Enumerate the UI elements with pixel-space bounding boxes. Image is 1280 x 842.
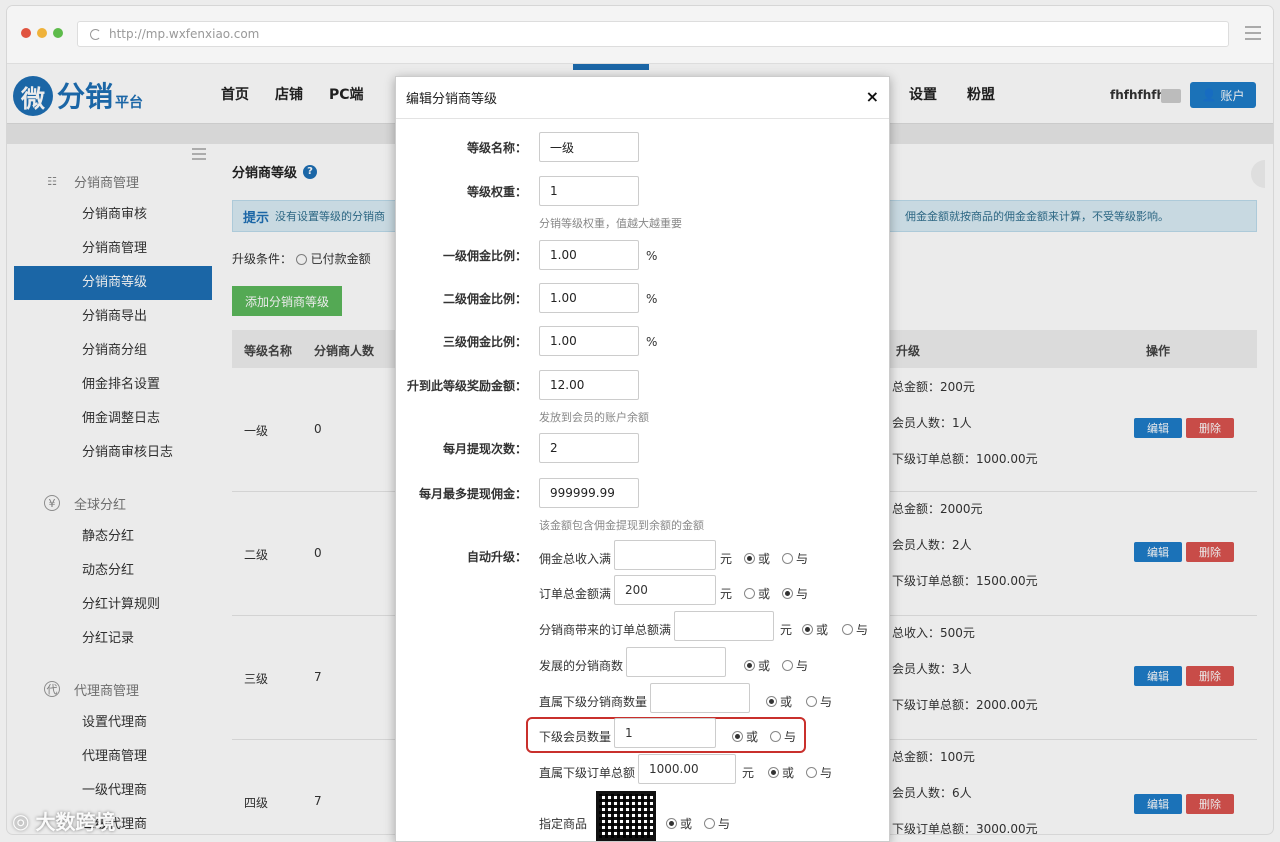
address-bar-area: http://mp.wxfenxiao.com: [7, 6, 1273, 64]
modal-title: 编辑分销商等级: [406, 92, 498, 107]
commission3-input[interactable]: 1.00: [539, 326, 639, 356]
and-radio[interactable]: 与: [806, 764, 832, 781]
monthly-max-input[interactable]: 999999.99: [539, 478, 639, 508]
or-radio[interactable]: 或: [744, 657, 770, 674]
monthly-count-label: 每月提现次数：: [442, 442, 527, 456]
cond-sub-members-label: 下级会员数量: [539, 730, 612, 744]
level-weight-input[interactable]: 1: [539, 176, 639, 206]
cond-developed-distributors-input[interactable]: [626, 647, 726, 677]
monthly-max-hint: 该金额包含佣金提现到余额的金额: [539, 519, 704, 532]
window-controls: [21, 28, 63, 38]
monthly-max-label: 每月最多提现佣金：: [418, 487, 527, 501]
watermark-text: 大数跨境: [35, 810, 116, 834]
commission1-label: 一级佣金比例：: [442, 249, 527, 263]
reward-hint: 发放到会员的账户余额: [539, 411, 649, 424]
cond-direct-distributors-label: 直属下级分销商数量: [539, 695, 648, 709]
or-radio[interactable]: 或: [768, 764, 794, 781]
and-radio[interactable]: 与: [782, 657, 808, 674]
yuan-unit: 元: [720, 552, 733, 566]
reload-icon[interactable]: [90, 28, 101, 40]
and-radio[interactable]: 与: [770, 728, 796, 745]
percent-unit: %: [646, 249, 658, 263]
cond-direct-distributors-input[interactable]: [650, 683, 750, 713]
or-radio[interactable]: 或: [766, 693, 792, 710]
percent-unit: %: [646, 292, 658, 306]
browser-menu-icon[interactable]: [1245, 26, 1261, 44]
level-name-input[interactable]: 一级: [539, 132, 639, 162]
level-weight-label: 等级权重：: [466, 185, 527, 199]
minimize-dot-icon[interactable]: [37, 28, 47, 38]
url-text: http://mp.wxfenxiao.com: [109, 27, 260, 41]
level-weight-hint: 分销等级权重，值越大越重要: [539, 217, 682, 230]
or-radio[interactable]: 或: [744, 550, 770, 567]
edit-level-modal: 编辑分销商等级 × 等级名称： 一级 等级权重： 1 分销等级权重，值越大越重要…: [395, 76, 890, 842]
commission2-label: 二级佣金比例：: [442, 292, 527, 306]
and-radio[interactable]: 与: [782, 585, 808, 602]
product-qr-image[interactable]: [596, 791, 656, 841]
auto-upgrade-label: 自动升级：: [466, 550, 527, 564]
close-icon[interactable]: ×: [866, 87, 879, 106]
cond-order-total-label: 订单总金额满: [539, 587, 612, 601]
cond-sub-members-input[interactable]: 1: [614, 718, 716, 748]
yuan-unit: 元: [720, 587, 733, 601]
modal-header: 编辑分销商等级 ×: [396, 77, 889, 119]
cond-direct-orders-input[interactable]: 1000.00: [638, 754, 736, 784]
reward-label: 升到此等级奖励金额：: [406, 379, 527, 393]
yuan-unit: 元: [742, 766, 755, 780]
close-dot-icon[interactable]: [21, 28, 31, 38]
monthly-count-input[interactable]: 2: [539, 433, 639, 463]
and-radio[interactable]: 与: [782, 550, 808, 567]
commission2-input[interactable]: 1.00: [539, 283, 639, 313]
or-radio[interactable]: 或: [802, 621, 828, 638]
reward-input[interactable]: 12.00: [539, 370, 639, 400]
and-radio[interactable]: 与: [806, 693, 832, 710]
percent-unit: %: [646, 335, 658, 349]
or-radio[interactable]: 或: [732, 728, 758, 745]
and-radio[interactable]: 与: [704, 815, 730, 832]
level-name-label: 等级名称：: [466, 141, 527, 155]
cond-direct-orders-label: 直属下级订单总额: [539, 766, 636, 780]
cond-distributor-orders-label: 分销商带来的订单总额满: [539, 623, 672, 637]
commission3-label: 三级佣金比例：: [442, 335, 527, 349]
watermark: ◎ 大数跨境: [12, 806, 115, 835]
or-radio[interactable]: 或: [666, 815, 692, 832]
url-field[interactable]: http://mp.wxfenxiao.com: [77, 21, 1229, 47]
yuan-unit: 元: [780, 623, 793, 637]
watermark-logo-icon: ◎: [12, 808, 30, 833]
and-radio[interactable]: 与: [842, 621, 868, 638]
cond-order-total-input[interactable]: 200: [614, 575, 716, 605]
maximize-dot-icon[interactable]: [53, 28, 63, 38]
cond-commission-income-label: 佣金总收入满: [539, 552, 612, 566]
cond-distributor-orders-input[interactable]: [674, 611, 774, 641]
commission1-input[interactable]: 1.00: [539, 240, 639, 270]
cond-commission-income-input[interactable]: [614, 540, 716, 570]
cond-developed-distributors-label: 发展的分销商数: [539, 659, 624, 673]
cond-specified-product-label: 指定商品: [539, 817, 588, 831]
or-radio[interactable]: 或: [744, 585, 770, 602]
